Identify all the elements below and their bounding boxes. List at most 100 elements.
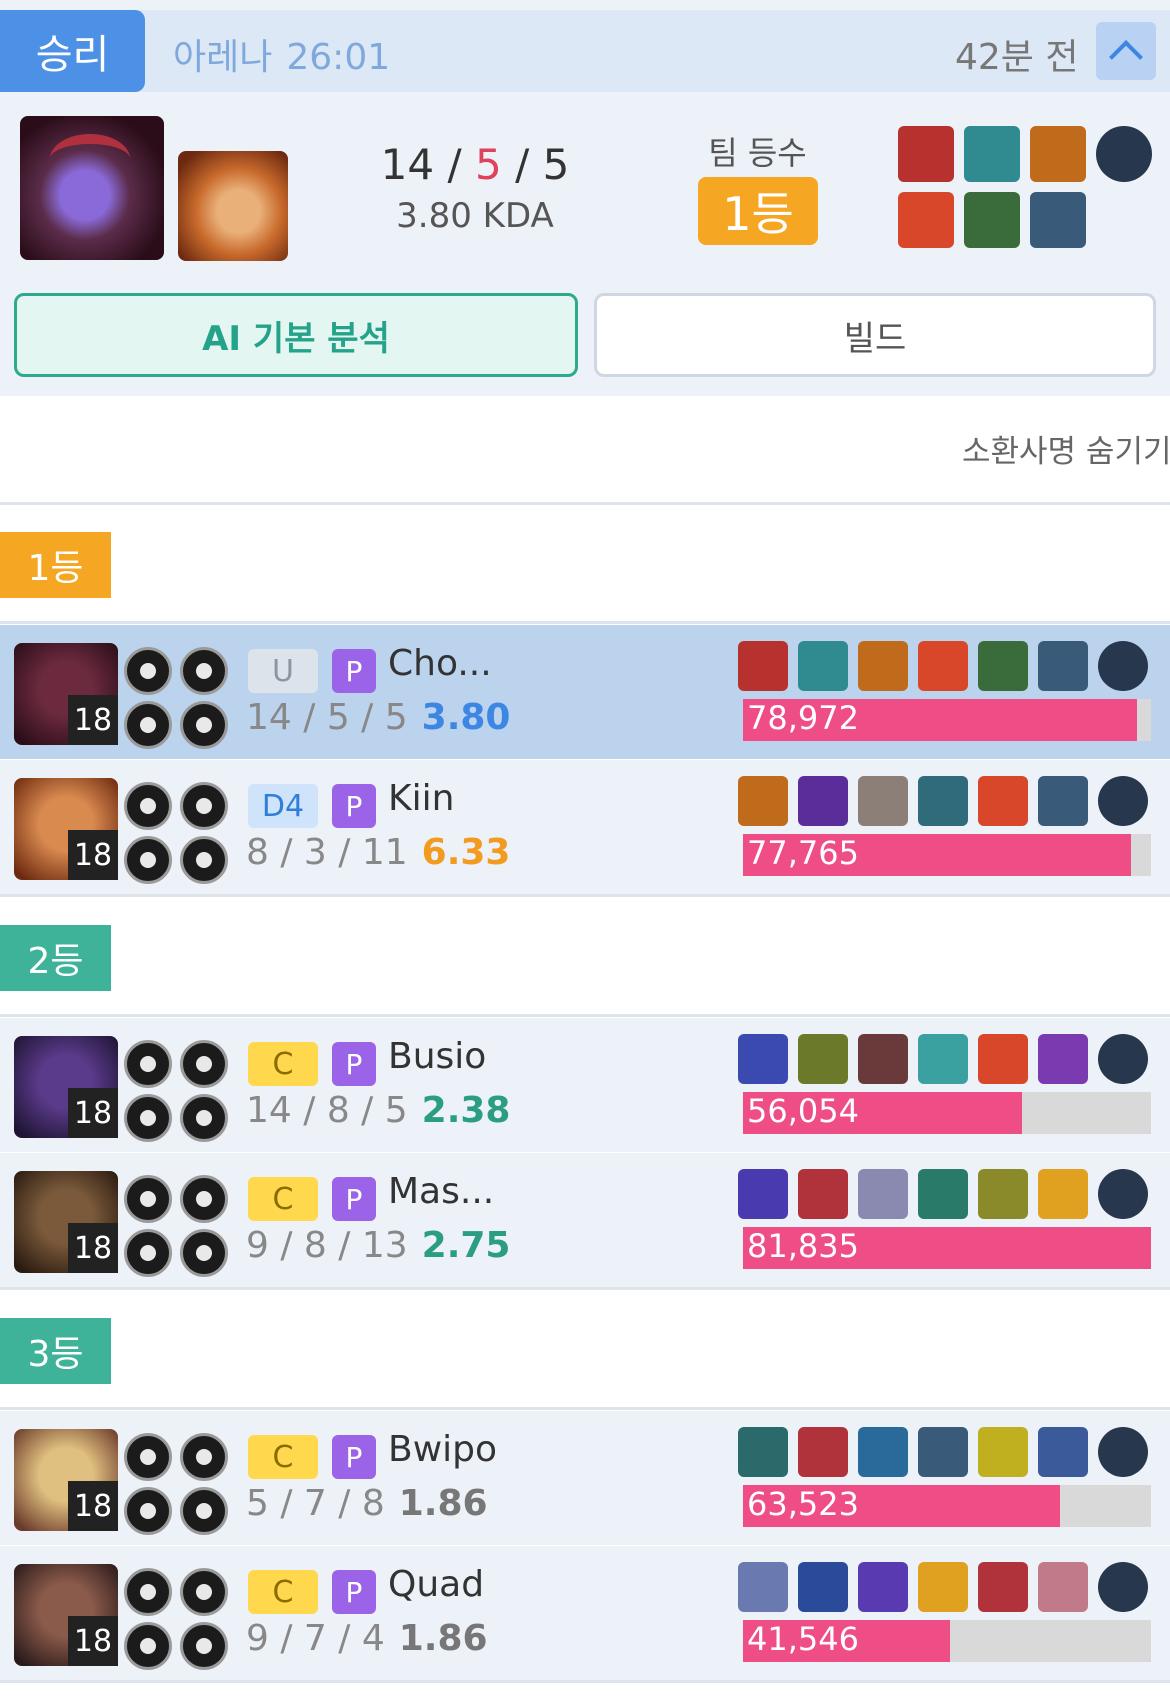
player-items bbox=[738, 776, 1150, 826]
rune-icon[interactable] bbox=[180, 1229, 228, 1277]
item-icon[interactable] bbox=[978, 776, 1028, 826]
rune-icon[interactable] bbox=[180, 1487, 228, 1535]
item-icon[interactable] bbox=[898, 192, 954, 248]
player-row[interactable]: 18 C P Mas... 9 / 8 / 13 2.75 81,835 bbox=[0, 1153, 1170, 1287]
tier-badge: C bbox=[248, 1435, 318, 1479]
summoner-name[interactable]: Busio bbox=[388, 1036, 486, 1077]
item-icon[interactable] bbox=[798, 641, 848, 691]
kda-ratio: 6.33 bbox=[421, 832, 511, 873]
kda-ratio: 1.86 bbox=[398, 1483, 488, 1524]
item-icon[interactable] bbox=[918, 1562, 968, 1612]
summoner-name[interactable]: Cho... bbox=[388, 643, 492, 684]
item-icon[interactable] bbox=[964, 126, 1020, 182]
player-row[interactable]: 18 C P Quad 9 / 7 / 4 1.86 41,546 bbox=[0, 1546, 1170, 1680]
item-icon[interactable] bbox=[918, 1169, 968, 1219]
item-icon[interactable] bbox=[738, 1427, 788, 1477]
divider bbox=[0, 502, 1170, 505]
item-icon[interactable] bbox=[1030, 192, 1086, 248]
item-icon[interactable] bbox=[858, 1562, 908, 1612]
keystone-rune-icon[interactable] bbox=[124, 1568, 172, 1616]
summoner-name[interactable]: Bwipo bbox=[388, 1429, 497, 1470]
item-icon[interactable] bbox=[978, 1427, 1028, 1477]
player-items bbox=[738, 641, 1150, 691]
player-row[interactable]: 18 D4 P Kiin 8 / 3 / 11 6.33 77,765 bbox=[0, 760, 1170, 894]
rune-icon[interactable] bbox=[180, 1094, 228, 1142]
item-icon[interactable] bbox=[738, 1034, 788, 1084]
item-icon[interactable] bbox=[738, 641, 788, 691]
item-icon[interactable] bbox=[858, 641, 908, 691]
item-icon[interactable] bbox=[978, 1034, 1028, 1084]
rune-icon[interactable] bbox=[180, 782, 228, 830]
item-icon[interactable] bbox=[1030, 126, 1086, 182]
augment-icon[interactable] bbox=[1098, 1562, 1148, 1612]
deaths: 5 bbox=[326, 697, 350, 738]
item-icon[interactable] bbox=[798, 776, 848, 826]
rune-icon[interactable] bbox=[180, 836, 228, 884]
item-icon[interactable] bbox=[1038, 641, 1088, 691]
item-icon[interactable] bbox=[858, 1169, 908, 1219]
collapse-button[interactable] bbox=[1096, 22, 1156, 80]
item-icon[interactable] bbox=[1038, 1562, 1088, 1612]
item-icon[interactable] bbox=[1038, 1169, 1088, 1219]
rune-icon[interactable] bbox=[124, 1094, 172, 1142]
item-icon[interactable] bbox=[1038, 1034, 1088, 1084]
item-icon[interactable] bbox=[738, 1169, 788, 1219]
rune-icon[interactable] bbox=[180, 1568, 228, 1616]
keystone-rune-icon[interactable] bbox=[124, 647, 172, 695]
rune-icon[interactable] bbox=[180, 647, 228, 695]
rune-icon[interactable] bbox=[180, 1622, 228, 1670]
item-icon[interactable] bbox=[858, 776, 908, 826]
keystone-rune-icon[interactable] bbox=[124, 782, 172, 830]
summoner-name[interactable]: Quad bbox=[388, 1564, 484, 1605]
item-icon[interactable] bbox=[918, 1427, 968, 1477]
rune-icon[interactable] bbox=[124, 701, 172, 749]
item-icon[interactable] bbox=[978, 641, 1028, 691]
item-icon[interactable] bbox=[1038, 776, 1088, 826]
item-icon[interactable] bbox=[978, 1169, 1028, 1219]
assists: 4 bbox=[361, 1618, 385, 1659]
item-icon[interactable] bbox=[738, 1562, 788, 1612]
rune-icon[interactable] bbox=[180, 1433, 228, 1481]
match-summary-card[interactable]: 승리 아레나 26:01 42분 전 14 / 5 / 5 3.80 KDA 팀 … bbox=[0, 0, 1170, 396]
kills: 14 bbox=[246, 1090, 292, 1131]
item-icon[interactable] bbox=[918, 641, 968, 691]
tab-build[interactable]: 빌드 bbox=[594, 293, 1156, 377]
summoner-name[interactable]: Mas... bbox=[388, 1171, 494, 1212]
augment-icon[interactable] bbox=[1098, 1034, 1148, 1084]
player-row[interactable]: 18 U P Cho... 14 / 5 / 5 3.80 78,972 bbox=[0, 625, 1170, 759]
item-icon[interactable] bbox=[918, 776, 968, 826]
hide-summoner-names-toggle[interactable]: 소환사명 숨기기 bbox=[962, 426, 1170, 471]
rune-icon[interactable] bbox=[180, 1040, 228, 1088]
item-icon[interactable] bbox=[918, 1034, 968, 1084]
player-row[interactable]: 18 C P Busio 14 / 8 / 5 2.38 56,054 bbox=[0, 1018, 1170, 1152]
item-icon[interactable] bbox=[798, 1169, 848, 1219]
rune-icon[interactable] bbox=[124, 836, 172, 884]
rune-icon[interactable] bbox=[180, 1175, 228, 1223]
item-icon[interactable] bbox=[964, 192, 1020, 248]
keystone-rune-icon[interactable] bbox=[124, 1175, 172, 1223]
rune-icon[interactable] bbox=[124, 1229, 172, 1277]
augment-icon[interactable] bbox=[1098, 776, 1148, 826]
rune-icon[interactable] bbox=[180, 701, 228, 749]
augment-icon[interactable] bbox=[1098, 641, 1148, 691]
item-icon[interactable] bbox=[858, 1034, 908, 1084]
item-icon[interactable] bbox=[738, 776, 788, 826]
augment-icon[interactable] bbox=[1096, 126, 1152, 182]
item-icon[interactable] bbox=[798, 1562, 848, 1612]
keystone-rune-icon[interactable] bbox=[124, 1433, 172, 1481]
augment-icon[interactable] bbox=[1098, 1427, 1148, 1477]
item-icon[interactable] bbox=[978, 1562, 1028, 1612]
keystone-rune-icon[interactable] bbox=[124, 1040, 172, 1088]
summoner-name[interactable]: Kiin bbox=[388, 778, 454, 819]
rune-icon[interactable] bbox=[124, 1622, 172, 1670]
item-icon[interactable] bbox=[858, 1427, 908, 1477]
kda-score: 14 / 5 / 5 bbox=[380, 140, 570, 189]
item-icon[interactable] bbox=[798, 1427, 848, 1477]
tab-ai-analysis[interactable]: AI 기본 분석 bbox=[14, 293, 578, 377]
item-icon[interactable] bbox=[898, 126, 954, 182]
item-icon[interactable] bbox=[1038, 1427, 1088, 1477]
augment-icon[interactable] bbox=[1098, 1169, 1148, 1219]
player-row[interactable]: 18 C P Bwipo 5 / 7 / 8 1.86 63,523 bbox=[0, 1411, 1170, 1545]
item-icon[interactable] bbox=[798, 1034, 848, 1084]
rune-icon[interactable] bbox=[124, 1487, 172, 1535]
